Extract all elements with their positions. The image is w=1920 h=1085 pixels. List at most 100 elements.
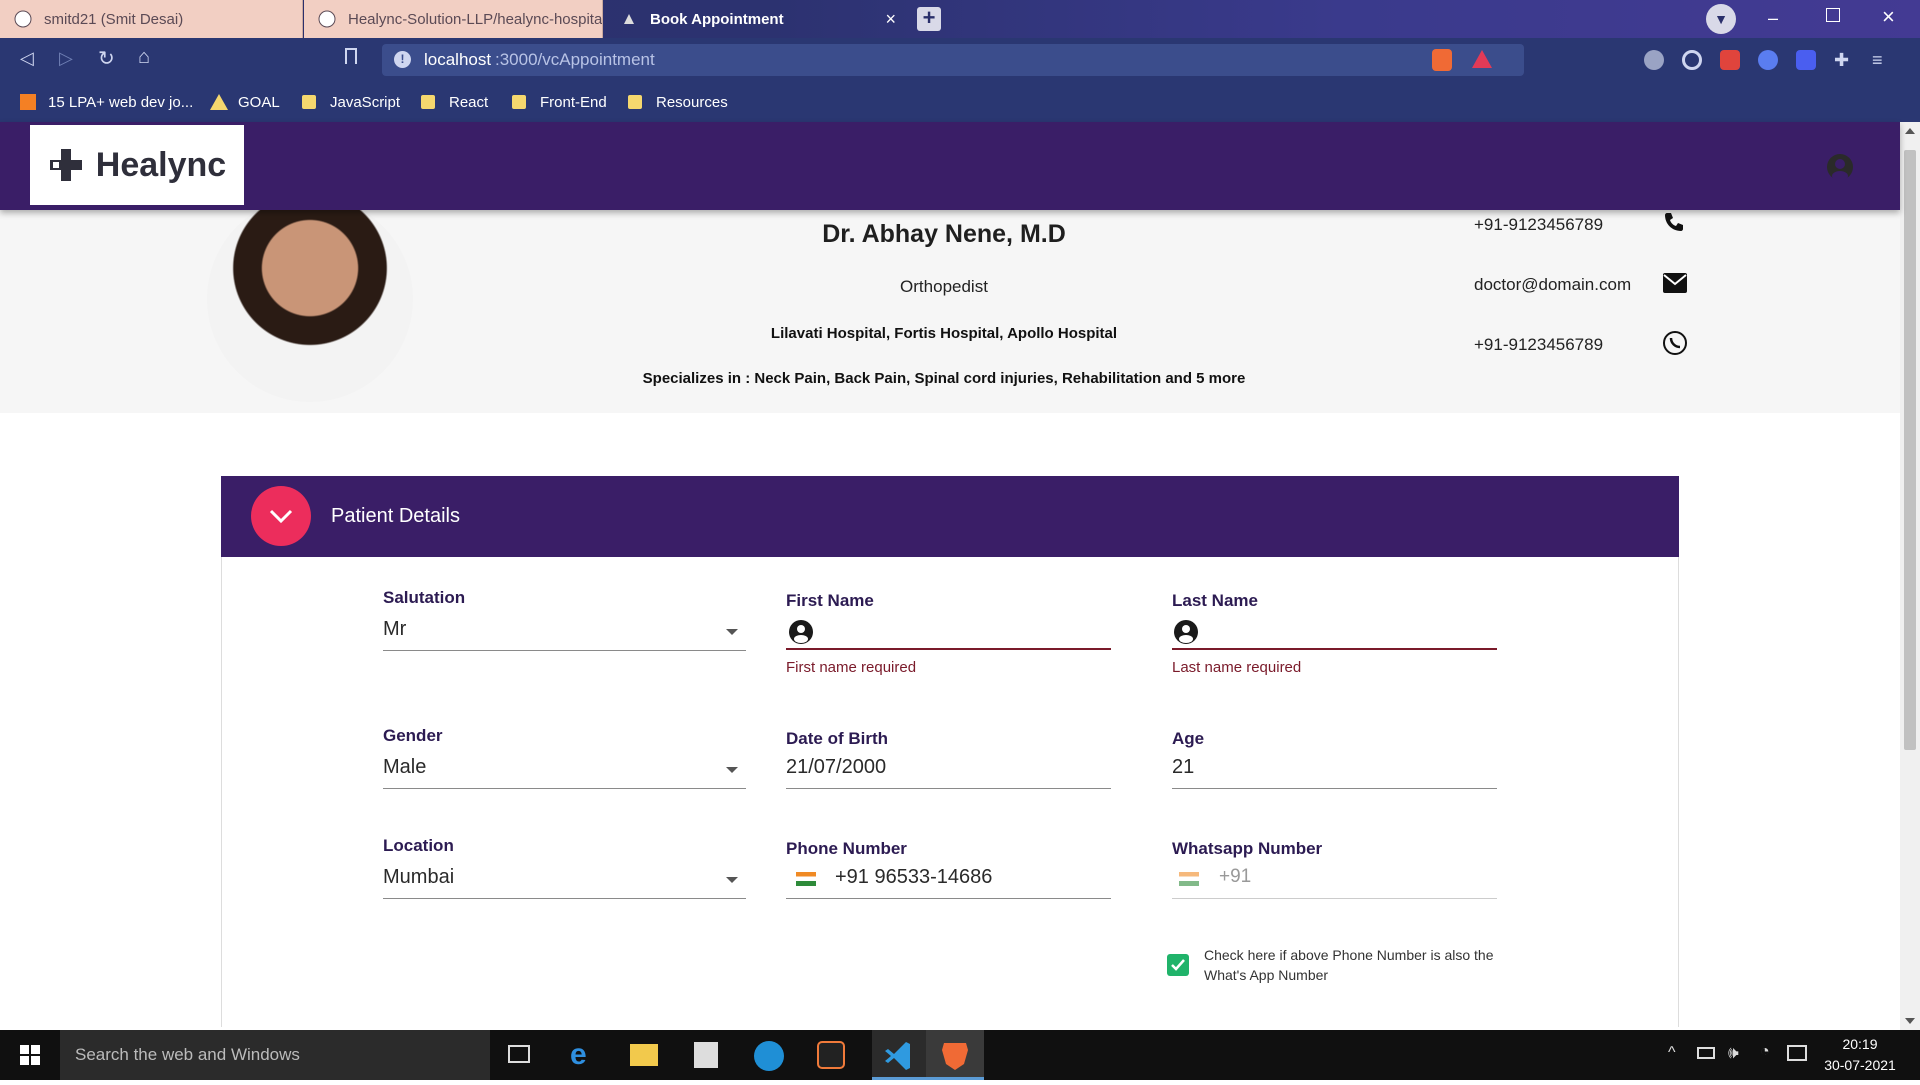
- show-hidden-icons[interactable]: ^: [1668, 1044, 1676, 1062]
- folder-icon: [628, 95, 642, 109]
- gender-select[interactable]: Male: [383, 756, 426, 779]
- task-view-icon[interactable]: [508, 1045, 530, 1063]
- home-icon[interactable]: ⌂: [138, 46, 150, 69]
- same-number-label: Check here if above Phone Number is also…: [1204, 947, 1494, 983]
- edge-legacy-icon[interactable]: e: [570, 1038, 587, 1072]
- close-window-icon[interactable]: ×: [1882, 4, 1895, 30]
- chevron-down-icon: [269, 509, 293, 524]
- healync-logo[interactable]: Healync: [30, 125, 244, 205]
- doctor-phone[interactable]: +91-9123456789: [1474, 215, 1603, 235]
- phone-input[interactable]: +91 96533-14686: [835, 866, 992, 889]
- person-icon: [788, 619, 814, 650]
- doctor-email[interactable]: doctor@domain.com: [1474, 275, 1631, 295]
- first-name-label: First Name: [786, 591, 874, 610]
- doctor-whatsapp[interactable]: +91-9123456789: [1474, 335, 1603, 355]
- clock-time[interactable]: 20:19: [1822, 1036, 1898, 1052]
- app-favicon: [620, 10, 638, 28]
- tab-github-profile[interactable]: smitd21 (Smit Desai): [0, 0, 303, 38]
- same-number-checkbox[interactable]: [1167, 954, 1189, 976]
- whatsapp-underline: [1172, 898, 1497, 899]
- edge-icon[interactable]: [754, 1041, 784, 1071]
- whatsapp-label: Whatsapp Number: [1172, 839, 1323, 858]
- url-bar[interactable]: ! localhost :3000/vcAppointment: [382, 44, 1524, 76]
- bookmark-item[interactable]: Resources: [628, 82, 728, 122]
- logo-text: Healync: [95, 145, 227, 184]
- location-label: Location: [383, 836, 454, 855]
- action-center-icon[interactable]: [1787, 1045, 1807, 1061]
- menu-icon[interactable]: ≡: [1872, 50, 1892, 70]
- wifi-icon[interactable]: ◔: [1760, 1043, 1770, 1061]
- bookmark-label: Front-End: [540, 93, 607, 111]
- tab-label: Healync-Solution-LLP/healync-hospital: [348, 10, 602, 28]
- bookmark-item[interactable]: 15 LPA+ web dev jo...: [20, 82, 193, 122]
- extension-icon[interactable]: [1720, 50, 1740, 70]
- brave-shield-icon[interactable]: [1432, 49, 1452, 71]
- extension-icon[interactable]: [1644, 50, 1664, 70]
- reload-icon[interactable]: ↻: [98, 46, 115, 71]
- first-name-error: First name required: [786, 659, 917, 676]
- doctor-speciality: Orthopedist: [900, 277, 988, 296]
- file-explorer-icon[interactable]: [630, 1044, 658, 1066]
- dropdown-arrow-icon[interactable]: [726, 877, 738, 883]
- salutation-underline: [383, 650, 746, 651]
- panel-title: Patient Details: [331, 505, 460, 527]
- minimize-icon[interactable]: –: [1768, 8, 1778, 29]
- checkmark-icon: [1171, 959, 1185, 971]
- bookmark-label: JavaScript: [330, 93, 401, 111]
- battery-icon[interactable]: [1697, 1047, 1715, 1059]
- phone-underline: [786, 898, 1111, 899]
- patient-details-panel-header[interactable]: Patient Details: [221, 476, 1679, 557]
- site-info-icon[interactable]: !: [394, 51, 411, 68]
- age-input[interactable]: 21: [1172, 756, 1194, 779]
- salutation-select[interactable]: Mr: [383, 618, 406, 641]
- whatsapp-input[interactable]: +91: [1219, 866, 1251, 888]
- profile-menu-icon[interactable]: ▼: [1706, 4, 1736, 34]
- tab-book-appointment[interactable]: Book Appointment ×: [606, 0, 904, 38]
- brave-taskbar-button[interactable]: [926, 1030, 984, 1080]
- extensions-area: ✚ ≡: [1644, 50, 1892, 70]
- page-scrollbar[interactable]: [1900, 122, 1920, 1030]
- extension-icon[interactable]: [1796, 50, 1816, 70]
- restore-icon[interactable]: [1826, 8, 1840, 22]
- bookmark-icon[interactable]: [345, 48, 357, 64]
- india-flag-icon[interactable]: [1179, 872, 1199, 886]
- terminal-icon[interactable]: [817, 1041, 845, 1069]
- doctor-hospitals: Lilavati Hospital, Fortis Hospital, Apol…: [770, 325, 1118, 342]
- scrollbar-thumb[interactable]: [1904, 150, 1916, 750]
- last-name-input[interactable]: [1207, 616, 1495, 648]
- start-button[interactable]: [0, 1030, 60, 1080]
- dropdown-arrow-icon[interactable]: [726, 629, 738, 635]
- bookmark-item[interactable]: React: [421, 82, 488, 122]
- store-icon[interactable]: [694, 1042, 718, 1068]
- close-tab-icon[interactable]: ×: [885, 9, 896, 30]
- extensions-puzzle-icon[interactable]: ✚: [1834, 50, 1854, 70]
- dob-input[interactable]: 21/07/2000: [786, 756, 886, 779]
- taskbar-search-box[interactable]: Search the web and Windows: [60, 1030, 490, 1080]
- back-icon[interactable]: ◁: [20, 48, 34, 69]
- tab-github-repo[interactable]: Healync-Solution-LLP/healync-hospital: [304, 0, 603, 38]
- bookmark-label: 15 LPA+ web dev jo...: [48, 93, 194, 111]
- location-select[interactable]: Mumbai: [383, 866, 454, 889]
- india-flag-icon[interactable]: [796, 872, 816, 886]
- age-label: Age: [1172, 729, 1205, 748]
- phone-icon: [1662, 210, 1686, 239]
- scroll-up-icon[interactable]: [1905, 128, 1915, 134]
- scroll-down-icon[interactable]: [1905, 1018, 1915, 1024]
- first-name-input[interactable]: [822, 616, 1110, 648]
- bookmark-item[interactable]: GOAL: [210, 82, 280, 122]
- url-host: localhost: [424, 50, 492, 69]
- extension-icon[interactable]: [1758, 50, 1778, 70]
- brave-rewards-icon[interactable]: [1472, 50, 1492, 68]
- windows-logo-icon: [20, 1045, 40, 1065]
- account-icon[interactable]: [1827, 154, 1853, 181]
- dropdown-arrow-icon[interactable]: [726, 767, 738, 773]
- bookmark-item[interactable]: Front-End: [512, 82, 607, 122]
- extension-icon[interactable]: [1682, 50, 1702, 70]
- clock-date[interactable]: 30-07-2021: [1822, 1057, 1898, 1073]
- new-tab-button[interactable]: +: [917, 7, 941, 31]
- forward-icon[interactable]: ▷: [59, 48, 73, 69]
- volume-icon[interactable]: 🕪: [1728, 1043, 1739, 1063]
- vscode-taskbar-button[interactable]: [872, 1030, 926, 1080]
- collapse-toggle-button[interactable]: [251, 486, 311, 546]
- bookmark-item[interactable]: JavaScript: [302, 82, 400, 122]
